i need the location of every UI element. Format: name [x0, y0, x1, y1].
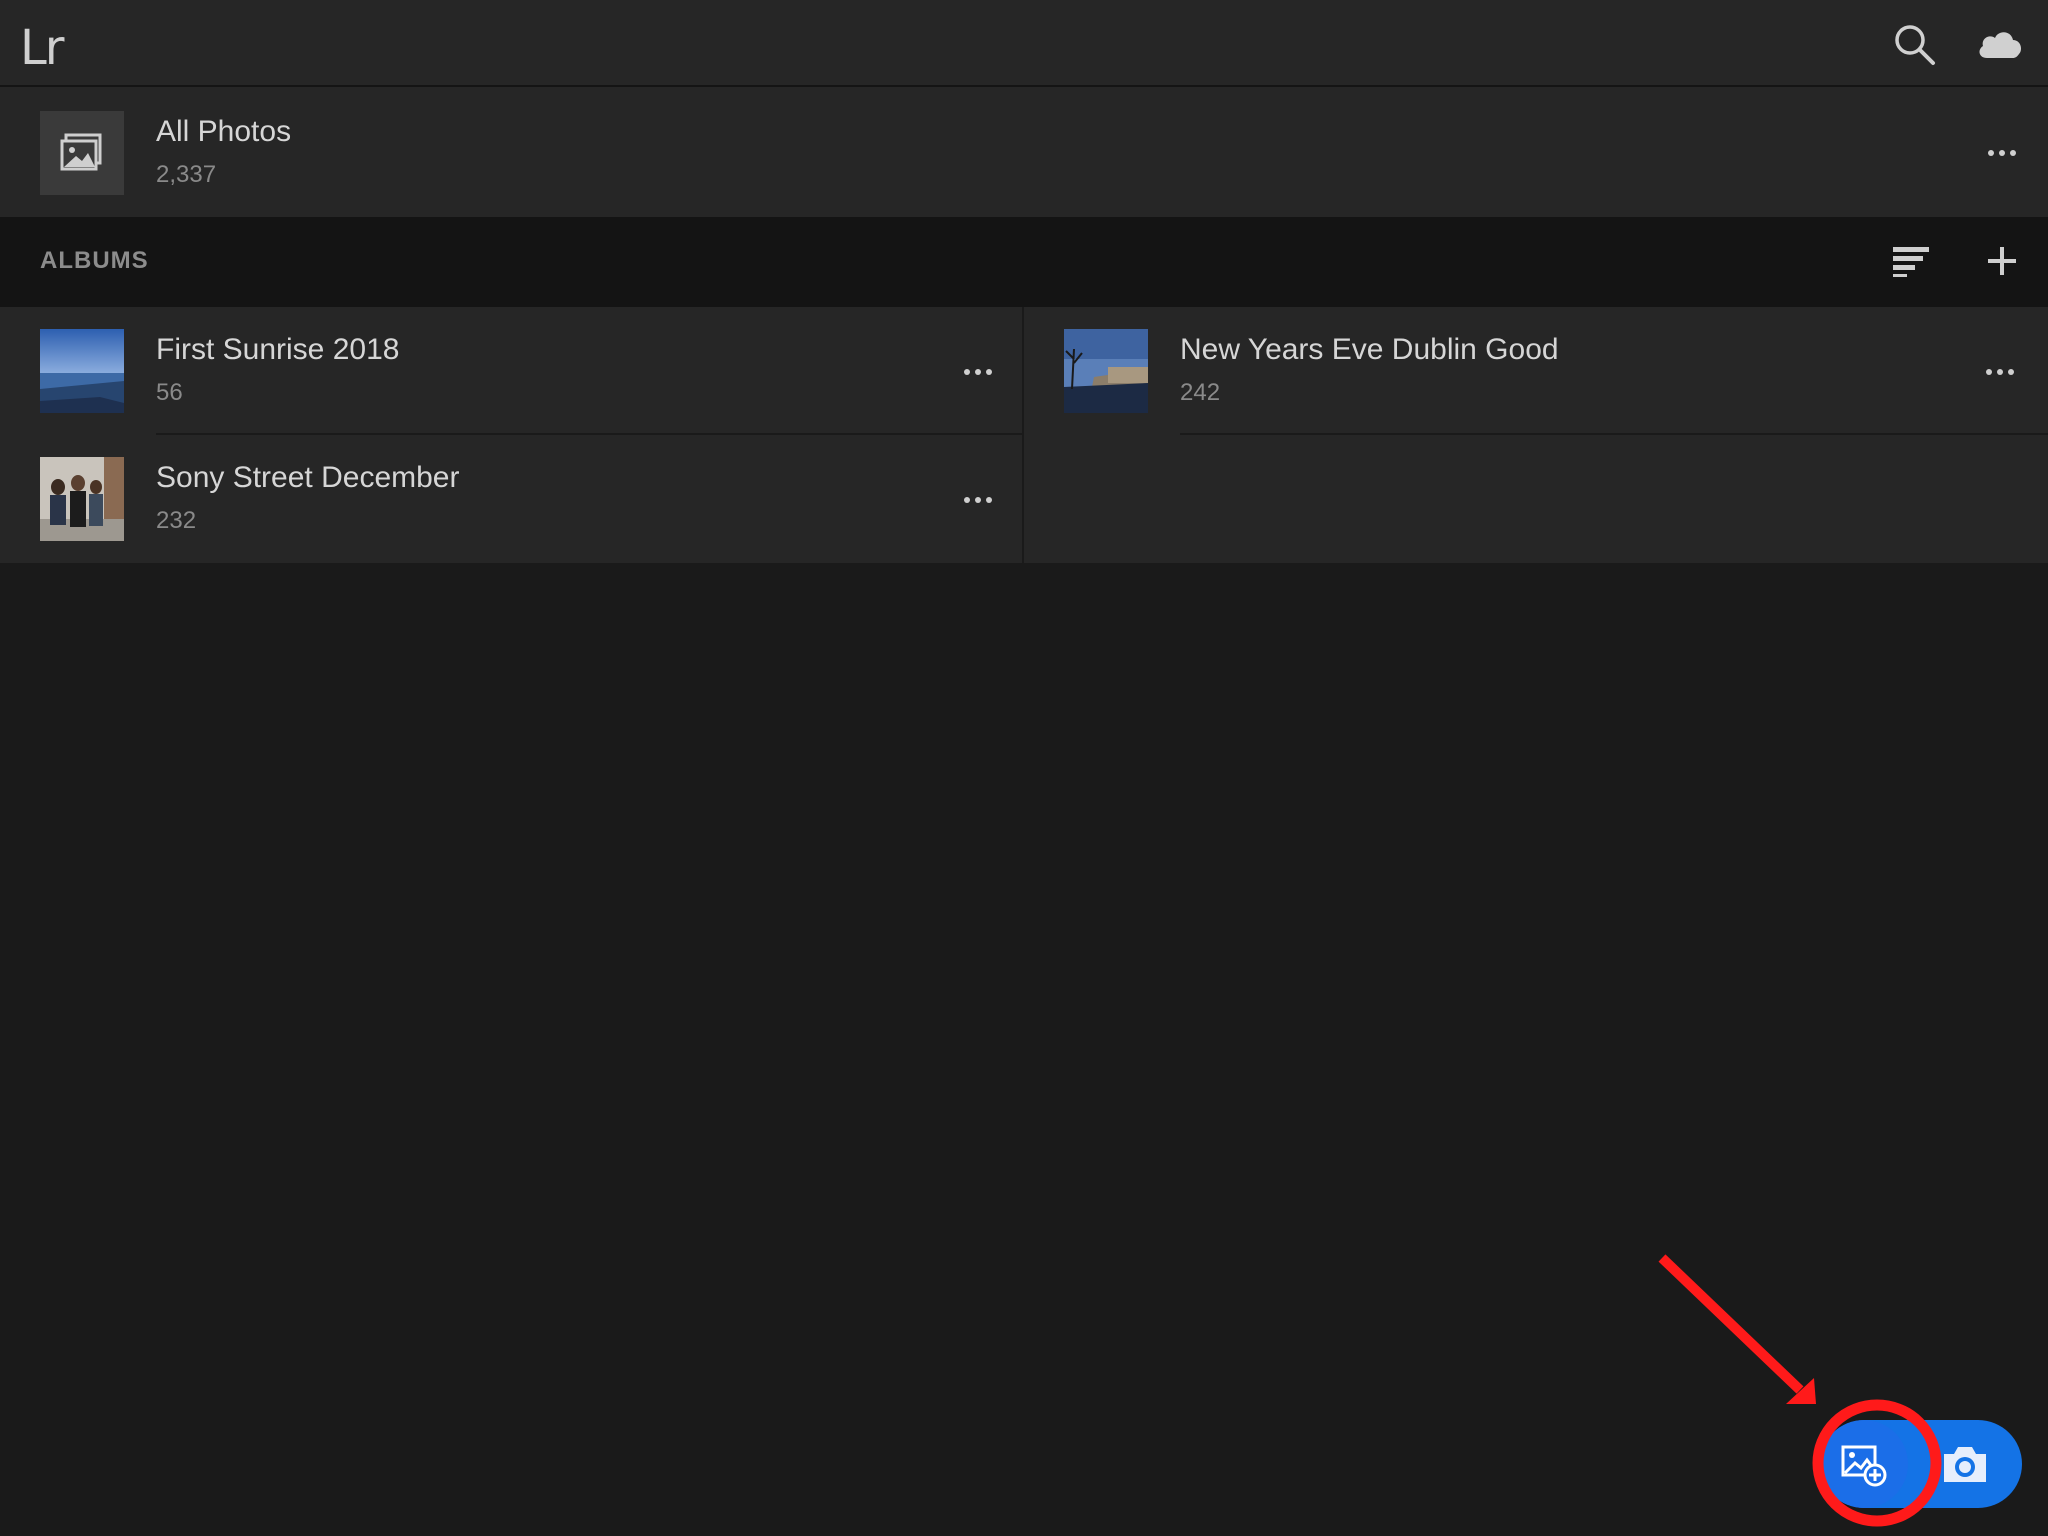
top-bar: Lr: [0, 0, 2048, 87]
search-icon[interactable]: [1892, 22, 1936, 66]
album-thumbnail-dublin: [1064, 329, 1148, 413]
more-options-icon[interactable]: [964, 367, 996, 377]
album-count: 242: [1180, 379, 1221, 406]
all-photos-thumbnail: [40, 111, 124, 195]
camera-icon[interactable]: [1940, 1442, 1990, 1486]
add-icon[interactable]: [1986, 245, 2018, 277]
album-title: Sony Street December: [156, 461, 460, 494]
more-options-icon[interactable]: [1988, 148, 2020, 158]
all-photos-count: 2,337: [156, 161, 217, 188]
albums-label: ALBUMS: [40, 247, 149, 274]
photo-stack-icon: [60, 133, 102, 171]
albums-header: ALBUMS: [0, 217, 2048, 307]
empty-album-cell: [1024, 435, 2048, 563]
add-photos-button[interactable]: [1820, 1420, 1908, 1508]
all-photos-row[interactable]: All Photos 2,337: [0, 87, 2048, 217]
annotation-arrowhead: [1786, 1378, 1816, 1404]
column-divider: [1022, 307, 1024, 563]
more-options-icon[interactable]: [964, 495, 996, 505]
lightroom-app: Lr All Photos 2,337 ALBUMS First Sunrise…: [0, 0, 2048, 1536]
sort-icon[interactable]: [1893, 247, 1931, 277]
album-title: First Sunrise 2018: [156, 333, 400, 366]
cloud-icon[interactable]: [1975, 22, 2025, 66]
app-logo: Lr: [20, 20, 65, 76]
album-count: 56: [156, 379, 183, 406]
album-item[interactable]: First Sunrise 2018 56: [0, 307, 1022, 435]
album-thumbnail-street: [40, 457, 124, 541]
all-photos-title: All Photos: [156, 115, 292, 148]
album-thumbnail-sunrise: [40, 329, 124, 413]
album-count: 232: [156, 507, 197, 534]
album-item[interactable]: Sony Street December 232: [0, 435, 1022, 563]
annotation-arrow: [1658, 1254, 1804, 1394]
add-photos-fab: [1820, 1420, 2022, 1508]
album-item[interactable]: New Years Eve Dublin Good 242: [1024, 307, 2048, 435]
more-options-icon[interactable]: [1986, 367, 2018, 377]
album-title: New Years Eve Dublin Good: [1180, 333, 1559, 366]
add-photo-icon: [1841, 1445, 1887, 1487]
